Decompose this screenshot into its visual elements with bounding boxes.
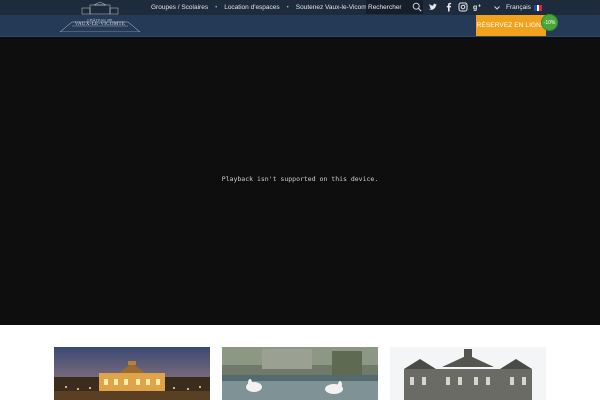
language-selector[interactable]: Français (493, 1, 542, 14)
svg-text:+: + (478, 4, 481, 10)
discount-badge: -10% (541, 14, 558, 31)
top-nav: Groupes / Scolaires • Location d'espaces… (151, 1, 372, 14)
language-label: Français (506, 4, 531, 11)
facebook-icon[interactable] (444, 2, 454, 12)
search-icon[interactable] (412, 2, 422, 12)
video-player[interactable]: Playback isn't supported on this device. (0, 37, 600, 325)
instagram-icon[interactable] (458, 2, 468, 12)
discount-label: -10% (543, 19, 556, 26)
nav-link-groupes[interactable]: Groupes / Scolaires (151, 4, 208, 11)
book-online-label: RÉSERVEZ EN LIGNE (476, 22, 546, 29)
search-input[interactable] (368, 1, 410, 13)
chevron-down-icon (494, 5, 500, 10)
book-online-button[interactable]: RÉSERVEZ EN LIGNE (476, 15, 546, 36)
page: CHÂTEAU DE VAUX-LE-VICOMTE Groupes / Sco… (0, 0, 600, 400)
chateau-facade-image (390, 347, 546, 400)
nav-link-soutenez[interactable]: Soutenez Vaux-le-Vicomte (296, 4, 372, 11)
french-flag-icon (533, 4, 542, 11)
google-plus-icon[interactable]: g + (473, 2, 483, 12)
logo-line-2: VAUX-LE-VICOMTE (74, 22, 126, 27)
playback-message: Playback isn't supported on this device. (221, 175, 379, 183)
nav-separator: • (286, 4, 289, 11)
chateau-logo-icon (59, 1, 141, 33)
nav-link-location[interactable]: Location d'espaces (224, 4, 279, 11)
chateau-dusk-image (54, 347, 210, 400)
site-logo[interactable]: CHÂTEAU DE VAUX-LE-VICOMTE (52, 1, 148, 33)
nav-separator: • (215, 4, 218, 11)
search-box (366, 0, 423, 14)
card-chateau-facade[interactable] (390, 347, 546, 400)
gardens-swans-image (222, 347, 378, 400)
card-chateau-dusk[interactable] (54, 347, 210, 400)
card-gardens-swans[interactable] (222, 347, 378, 400)
logo-text: CHÂTEAU DE VAUX-LE-VICOMTE (52, 18, 148, 27)
svg-text:g: g (473, 5, 477, 12)
twitter-icon[interactable] (428, 2, 438, 12)
